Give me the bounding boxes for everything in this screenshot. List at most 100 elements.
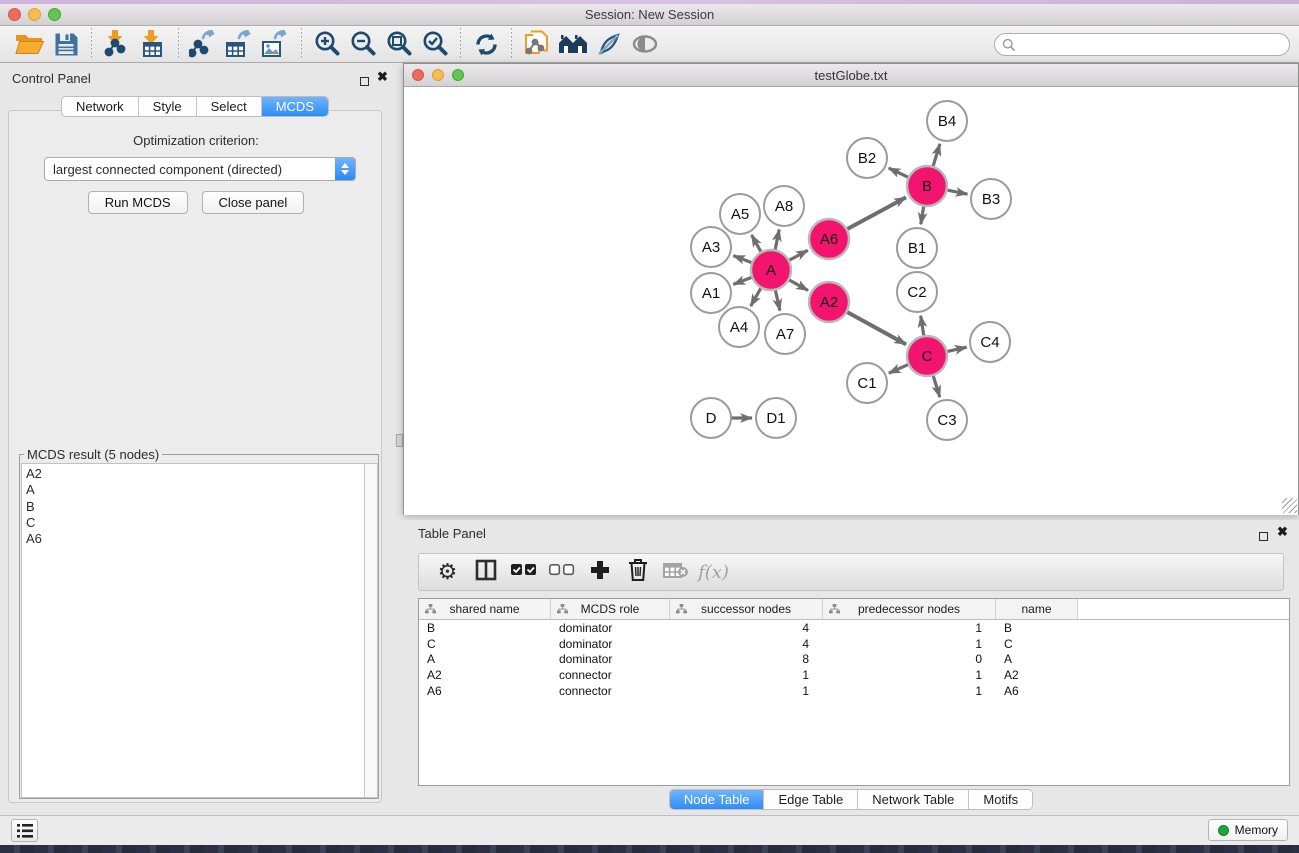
network-view-window[interactable]: testGlobe.txt AA1A2A3A4A5A6A7A8BB1B2B3B4… [403, 63, 1299, 515]
node-C[interactable]: C [907, 336, 947, 376]
node-A8[interactable]: A8 [764, 186, 804, 226]
edge-C-C1[interactable] [889, 363, 911, 373]
edge-A-A7[interactable] [775, 288, 780, 311]
search-input[interactable] [1016, 38, 1266, 52]
show-column-panel-button[interactable] [470, 557, 501, 587]
node-A3[interactable]: A3 [691, 227, 731, 267]
mcds-result-list[interactable]: A2ABCA6 [21, 463, 378, 798]
tab-select[interactable]: Select [197, 97, 262, 116]
network-maximize-button[interactable] [452, 69, 464, 81]
tab-edge-table[interactable]: Edge Table [764, 790, 858, 809]
node-A[interactable]: A [751, 250, 791, 290]
edge-C-C2[interactable] [921, 316, 925, 339]
edge-A-A5[interactable] [752, 235, 763, 254]
node-A1[interactable]: A1 [691, 273, 731, 313]
zoom-in-button[interactable] [309, 28, 345, 60]
export-image-button[interactable] [258, 28, 294, 60]
mcds-result-item[interactable]: A2 [22, 466, 363, 482]
column-header-predecessor-nodes[interactable]: predecessor nodes [823, 599, 996, 619]
node-A2[interactable]: A2 [809, 282, 849, 322]
minimize-window-button[interactable] [28, 8, 41, 21]
deselect-all-columns-button[interactable] [546, 557, 577, 587]
column-header-MCDS-role[interactable]: MCDS role [551, 599, 670, 619]
show-hide-button[interactable] [627, 28, 663, 60]
node-B4[interactable]: B4 [927, 101, 967, 141]
edge-A-A2[interactable] [787, 279, 808, 291]
import-table-button[interactable] [135, 28, 171, 60]
edge-A-A8[interactable] [775, 230, 780, 253]
close-panel-button[interactable]: ✖ [377, 72, 388, 82]
table-row[interactable]: A6connector11A6 [419, 683, 1289, 699]
maximize-window-button[interactable] [48, 8, 61, 21]
node-D1[interactable]: D1 [756, 398, 796, 438]
node-B[interactable]: B [907, 166, 947, 206]
mcds-result-item[interactable]: B [22, 499, 363, 515]
tab-mcds[interactable]: MCDS [262, 97, 328, 116]
column-header-successor-nodes[interactable]: successor nodes [670, 599, 823, 619]
mcds-result-item[interactable]: A [22, 482, 363, 498]
mcds-result-item[interactable]: C [22, 515, 363, 531]
table-close-panel-button[interactable]: ✖ [1277, 527, 1288, 537]
edge-C-C3[interactable] [932, 373, 939, 397]
neighbors-button[interactable] [555, 28, 591, 60]
column-header-name[interactable]: name [996, 599, 1078, 619]
edge-B-B3[interactable] [945, 190, 968, 195]
export-table-button[interactable] [222, 28, 258, 60]
delete-column-button[interactable] [622, 557, 653, 587]
close-panel-button-inner[interactable]: Close panel [202, 191, 305, 214]
edge-A-A3[interactable] [733, 256, 754, 264]
memory-button[interactable]: Memory [1208, 819, 1288, 841]
node-B3[interactable]: B3 [971, 179, 1011, 219]
export-network-button[interactable] [186, 28, 222, 60]
node-C1[interactable]: C1 [847, 363, 887, 403]
network-canvas[interactable]: A A1 A2 A3 A4 A5 A6 A7 A8 B B1 B2 B3B4 C C1 C2 C3C4 D D1 [404, 88, 1298, 515]
criterion-dropdown[interactable]: largest connected component (directed) [44, 157, 356, 181]
node-B1[interactable]: B1 [897, 228, 937, 268]
panel-splitter-grip[interactable] [396, 434, 403, 447]
edge-A-A1[interactable] [733, 276, 754, 284]
table-row[interactable]: Cdominator41C [419, 636, 1289, 652]
node-A4[interactable]: A4 [719, 307, 759, 347]
node-C3[interactable]: C3 [927, 400, 967, 440]
network-minimize-button[interactable] [432, 69, 444, 81]
import-network-button[interactable] [99, 28, 135, 60]
open-session-button[interactable] [12, 28, 48, 60]
graphics-details-button[interactable] [591, 28, 627, 60]
float-panel-button[interactable] [360, 73, 369, 91]
node-B2[interactable]: B2 [847, 138, 887, 178]
zoom-out-button[interactable] [345, 28, 381, 60]
table-float-panel-button[interactable] [1259, 528, 1268, 546]
tab-motifs[interactable]: Motifs [969, 790, 1032, 809]
tab-style[interactable]: Style [139, 97, 197, 116]
edge-C-C4[interactable] [945, 347, 967, 352]
table-settings-button[interactable]: ⚙ [432, 557, 463, 587]
column-header-shared-name[interactable]: shared name [419, 599, 551, 619]
zoom-fit-button[interactable] [381, 28, 417, 60]
close-window-button[interactable] [8, 8, 21, 21]
edge-A-A6[interactable] [787, 250, 808, 261]
select-all-columns-button[interactable] [508, 557, 539, 587]
node-A5[interactable]: A5 [720, 194, 760, 234]
edge-A-A4[interactable] [751, 286, 763, 306]
resize-grip-icon[interactable] [1282, 498, 1297, 513]
apply-layout-button[interactable] [468, 28, 504, 60]
edge-A6-B[interactable] [845, 197, 906, 230]
table-row[interactable]: Bdominator41B [419, 620, 1289, 636]
zoom-selected-button[interactable] [417, 28, 453, 60]
node-A7[interactable]: A7 [765, 314, 805, 354]
node-A6[interactable]: A6 [809, 219, 849, 259]
node-D[interactable]: D [691, 398, 731, 438]
search-box[interactable] [994, 33, 1290, 56]
node-C2[interactable]: C2 [897, 272, 937, 312]
tab-network[interactable]: Network [62, 97, 139, 116]
tab-network-table[interactable]: Network Table [858, 790, 969, 809]
edge-A2-C[interactable] [845, 311, 906, 345]
table-row[interactable]: Adominator80A [419, 651, 1289, 667]
save-session-button[interactable] [48, 28, 84, 60]
mcds-result-scrollbar[interactable] [364, 464, 377, 797]
run-mcds-button[interactable]: Run MCDS [88, 191, 188, 214]
task-history-button[interactable] [11, 819, 38, 842]
create-column-button[interactable] [584, 557, 615, 587]
tab-node-table[interactable]: Node Table [670, 790, 765, 809]
node-C4[interactable]: C4 [970, 322, 1010, 362]
